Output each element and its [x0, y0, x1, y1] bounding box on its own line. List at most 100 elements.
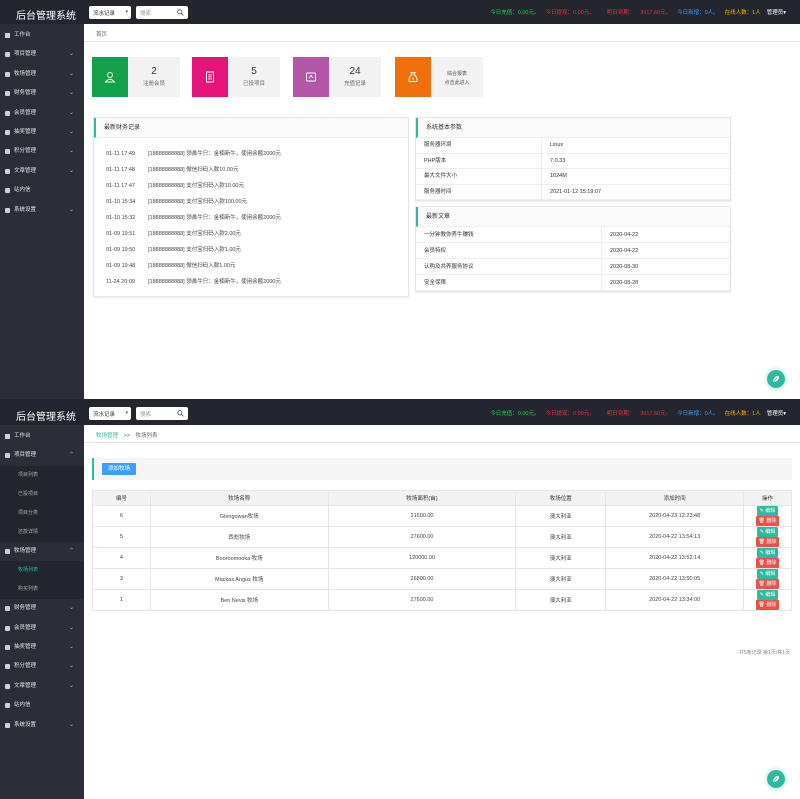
- record-type-select[interactable]: 流水记录 ▾: [89, 6, 131, 19]
- edit-button-label: 编辑: [765, 529, 776, 535]
- sidebar-item[interactable]: 财务管理 ⌄: [0, 599, 84, 618]
- sidebar-item[interactable]: 会员管理 ⌄: [0, 619, 84, 638]
- param-value: 7.0.33: [550, 157, 566, 164]
- card-members[interactable]: 2 注册会员: [92, 57, 180, 97]
- breadcrumb-parent[interactable]: 牧场管理: [96, 433, 118, 439]
- edit-button[interactable]: ✎ 编辑: [756, 506, 779, 516]
- column-header: 牧场位置: [515, 490, 607, 506]
- floating-action-button[interactable]: [767, 770, 785, 788]
- sidebar-item[interactable]: 文章管理 ⌄: [0, 677, 84, 696]
- dashboard-icon: [5, 434, 10, 439]
- stat-tomorrow-due: 明日到期： 3917.60元。: [601, 10, 671, 16]
- sidebar-item[interactable]: 项目管理 ⌄: [0, 45, 84, 64]
- sidebar-item[interactable]: 系统设置 ⌄: [0, 716, 84, 735]
- delete-button-label: 删除: [766, 581, 777, 587]
- system-panel: 系统基本参数 服务器环境 Linux PHP版本 7.0.33 最大文件大小 1024M 服…: [415, 117, 731, 201]
- cell-loc: 澳大利亚: [515, 589, 607, 611]
- record-time: 01-09 19:51: [106, 231, 136, 237]
- stat-today-new: 今日新增：0人。: [677, 411, 719, 417]
- menu-icon: [5, 52, 10, 58]
- app-logo-title: 后台管理系统: [16, 412, 76, 423]
- admin-menu[interactable]: 管理员▾: [767, 411, 786, 417]
- sidebar-item[interactable]: 抽奖管理 ⌄: [0, 123, 84, 142]
- sidebar-subitem[interactable]: 项目列表: [0, 465, 84, 485]
- sidebar-item[interactable]: 系统设置 ⌄: [0, 201, 84, 220]
- edit-button[interactable]: ✎ 编辑: [756, 527, 779, 537]
- delete-button[interactable]: 🗑 删除: [755, 558, 780, 568]
- sidebar-subitem[interactable]: 牧场列表: [0, 561, 84, 581]
- sidebar-subitem[interactable]: 已投项目: [0, 484, 84, 504]
- table-row: 3 Mackas Angus 牧场 26800.00 澳大利亚 2020-04-22 1…: [92, 568, 792, 590]
- leaf-icon: [773, 376, 779, 382]
- table-row[interactable]: 会员特权 2020-04-22: [416, 243, 730, 259]
- table-header-row: 编号 牧场名称 牧场面积(亩) 牧场位置 添加时间 操作: [92, 490, 792, 506]
- param-value: Linux: [550, 142, 564, 148]
- sidebar-item[interactable]: 站内信: [0, 696, 84, 715]
- record-text: [18888888888] 微信扫码入款10.00元: [148, 167, 239, 173]
- sidebar-item[interactable]: 会员管理 ⌄: [0, 104, 84, 123]
- article-title[interactable]: 安全保障: [416, 275, 602, 290]
- delete-button[interactable]: 🗑 删除: [755, 600, 780, 610]
- sidebar-item[interactable]: 工作台: [0, 427, 84, 446]
- floating-action-button[interactable]: [767, 370, 785, 388]
- record-type-select[interactable]: 流水记录 ▾: [89, 407, 131, 420]
- sidebar-item-label: 抽奖管理: [14, 128, 37, 135]
- edit-button[interactable]: ✎ 编辑: [756, 590, 779, 600]
- list-item: 01-11 17:48 [18888888888] 微信扫码入款10.00元: [94, 162, 408, 178]
- sidebar-item[interactable]: 积分管理 ⌄: [0, 142, 84, 161]
- table-row[interactable]: 认购及共养服务协议 2020-08-30: [416, 259, 730, 275]
- card-report-sublabel: 点击此进入: [444, 80, 470, 86]
- search-input[interactable]: 搜索: [136, 407, 188, 420]
- card-members-count: 2: [151, 66, 157, 77]
- delete-button[interactable]: 🗑 删除: [755, 516, 780, 526]
- sidebar-item[interactable]: 牧场管理 ⌃: [0, 542, 84, 561]
- article-title[interactable]: 认购及共养服务协议: [416, 259, 602, 274]
- delete-button[interactable]: 🗑 删除: [755, 537, 780, 547]
- article-title[interactable]: 会员特权: [416, 243, 602, 258]
- cell-id: 4: [92, 547, 151, 569]
- sidebar-item[interactable]: 抽奖管理 ⌄: [0, 638, 84, 657]
- sidebar-item[interactable]: 项目管理 ⌃: [0, 446, 84, 465]
- record-text: [18888888888] 微信扫码入款1.00元: [148, 263, 236, 269]
- sidebar-item[interactable]: 工作台: [0, 26, 84, 45]
- sidebar-item[interactable]: 文章管理 ⌄: [0, 162, 84, 181]
- sidebar-subitem[interactable]: 购买列表: [0, 580, 84, 600]
- admin-menu[interactable]: 管理员▾: [767, 10, 786, 16]
- sidebar-item[interactable]: 牧场管理 ⌄: [0, 65, 84, 84]
- table-row: PHP版本 7.0.33: [416, 153, 730, 169]
- table-row[interactable]: 安全保障 2020-08-28: [416, 275, 730, 291]
- system-panel-title: 系统基本参数: [416, 118, 730, 138]
- add-ranch-button[interactable]: 添加牧场: [102, 463, 137, 475]
- edit-button[interactable]: ✎ 编辑: [756, 569, 779, 579]
- param-name: 服务器环境: [416, 138, 542, 153]
- breadcrumb: 首页: [84, 24, 800, 42]
- column-header: 编号: [92, 490, 151, 506]
- cell-area: 21600.00: [327, 505, 517, 527]
- search-input[interactable]: 搜索: [136, 6, 188, 19]
- sidebar-item-label: 项目管理: [14, 51, 37, 58]
- user-icon: [104, 72, 116, 83]
- sidebar-subitem[interactable]: 还款详情: [0, 522, 84, 542]
- card-report[interactable]: $ 综合报表 点击此进入: [395, 57, 483, 97]
- cell-loc: 澳大利亚: [515, 568, 607, 590]
- breadcrumb-current: 牧场列表: [135, 433, 158, 439]
- cell-time: 2020-04-23 12:23:48: [605, 505, 745, 527]
- delete-button[interactable]: 🗑 删除: [755, 579, 780, 589]
- top-bar: 后台管理系统 流水记录 ▾ 搜索 今日充值：0.00元。 今日提现：0.00元。 明日…: [0, 0, 800, 24]
- menu-icon: [5, 664, 10, 670]
- card-recharge[interactable]: 24 充值记录: [293, 57, 381, 97]
- sidebar-item[interactable]: 站内信: [0, 181, 84, 200]
- stat-tomorrow-due-value: 3917.60元。: [640, 10, 672, 16]
- sidebar-item[interactable]: 财务管理 ⌄: [0, 84, 84, 103]
- edit-button[interactable]: ✎ 编辑: [756, 548, 779, 558]
- finance-panel: 最新财务记录 01-11 17:49 [18888888888] 领鼻牛只：金楠新…: [93, 117, 409, 297]
- sidebar-item[interactable]: 积分管理 ⌄: [0, 657, 84, 676]
- cell-area: 27600.00: [327, 589, 517, 611]
- menu-icon: [5, 453, 10, 459]
- article-title[interactable]: 一分钟教你养牛赚钱: [416, 227, 602, 242]
- table-row[interactable]: 一分钟教你养牛赚钱 2020-04-22: [416, 227, 730, 243]
- sidebar-subitem[interactable]: 项目分类: [0, 503, 84, 523]
- menu-icon: [5, 683, 10, 689]
- record-text: [18888888888] 领鼻牛只：金楠新牛，使用余额2000元: [148, 279, 281, 285]
- card-invested[interactable]: 5 已投项目: [192, 57, 280, 97]
